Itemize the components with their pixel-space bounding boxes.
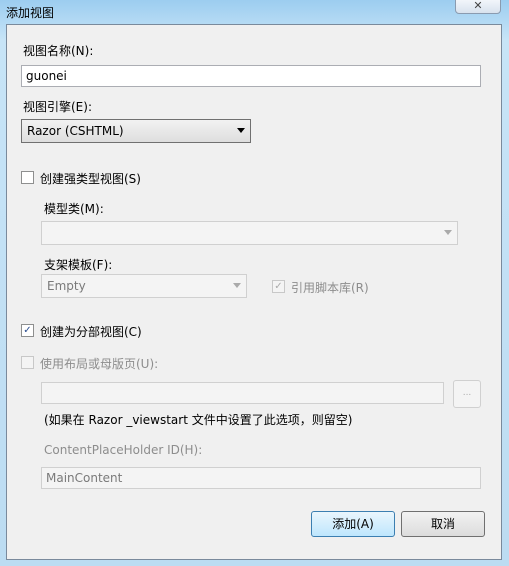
engine-select[interactable]: Razor (CSHTML) (21, 119, 251, 143)
add-button[interactable]: 添加(A) (311, 511, 395, 537)
script-lib-label: 引用脚本库(R) (291, 281, 369, 295)
placeholder-input[interactable]: MainContent (41, 467, 481, 489)
partial-view-checkbox[interactable]: ✓ (21, 324, 34, 337)
add-view-dialog: 添加视图 ✕ 视图名称(N): guonei 视图引擎(E): Razor (C… (0, 0, 509, 566)
model-class-select[interactable] (41, 221, 458, 245)
placeholder-label: ContentPlaceHolder ID(H): (44, 443, 203, 457)
close-button[interactable]: ✕ (455, 0, 501, 14)
scaffold-label: 支架模板(F): (44, 258, 113, 272)
layout-input[interactable] (41, 382, 444, 404)
layout-checkbox[interactable] (21, 356, 34, 369)
browse-button[interactable]: ... (453, 380, 481, 408)
view-name-label: 视图名称(N): (23, 44, 94, 58)
chevron-down-icon (444, 230, 452, 235)
strong-typed-checkbox[interactable] (21, 171, 34, 184)
scaffold-value: Empty (47, 279, 86, 293)
strong-typed-label: 创建强类型视图(S) (40, 172, 141, 186)
partial-view-label: 创建为分部视图(C) (40, 325, 142, 339)
window-title: 添加视图 (6, 6, 55, 20)
view-name-input[interactable]: guonei (21, 65, 481, 87)
script-lib-checkbox[interactable]: ✓ (272, 280, 285, 293)
engine-value: Razor (CSHTML) (27, 124, 124, 138)
layout-note: (如果在 Razor _viewstart 文件中设置了此选项，则留空) (44, 413, 353, 427)
dialog-body: 视图名称(N): guonei 视图引擎(E): Razor (CSHTML) … (6, 24, 502, 560)
scaffold-select[interactable]: Empty (41, 274, 247, 298)
cancel-button[interactable]: 取消 (401, 511, 485, 537)
chevron-down-icon (233, 283, 241, 288)
engine-label: 视图引擎(E): (23, 100, 92, 114)
model-class-label: 模型类(M): (44, 202, 104, 216)
layout-label: 使用布局或母版页(U): (40, 357, 159, 371)
chevron-down-icon (237, 128, 245, 133)
